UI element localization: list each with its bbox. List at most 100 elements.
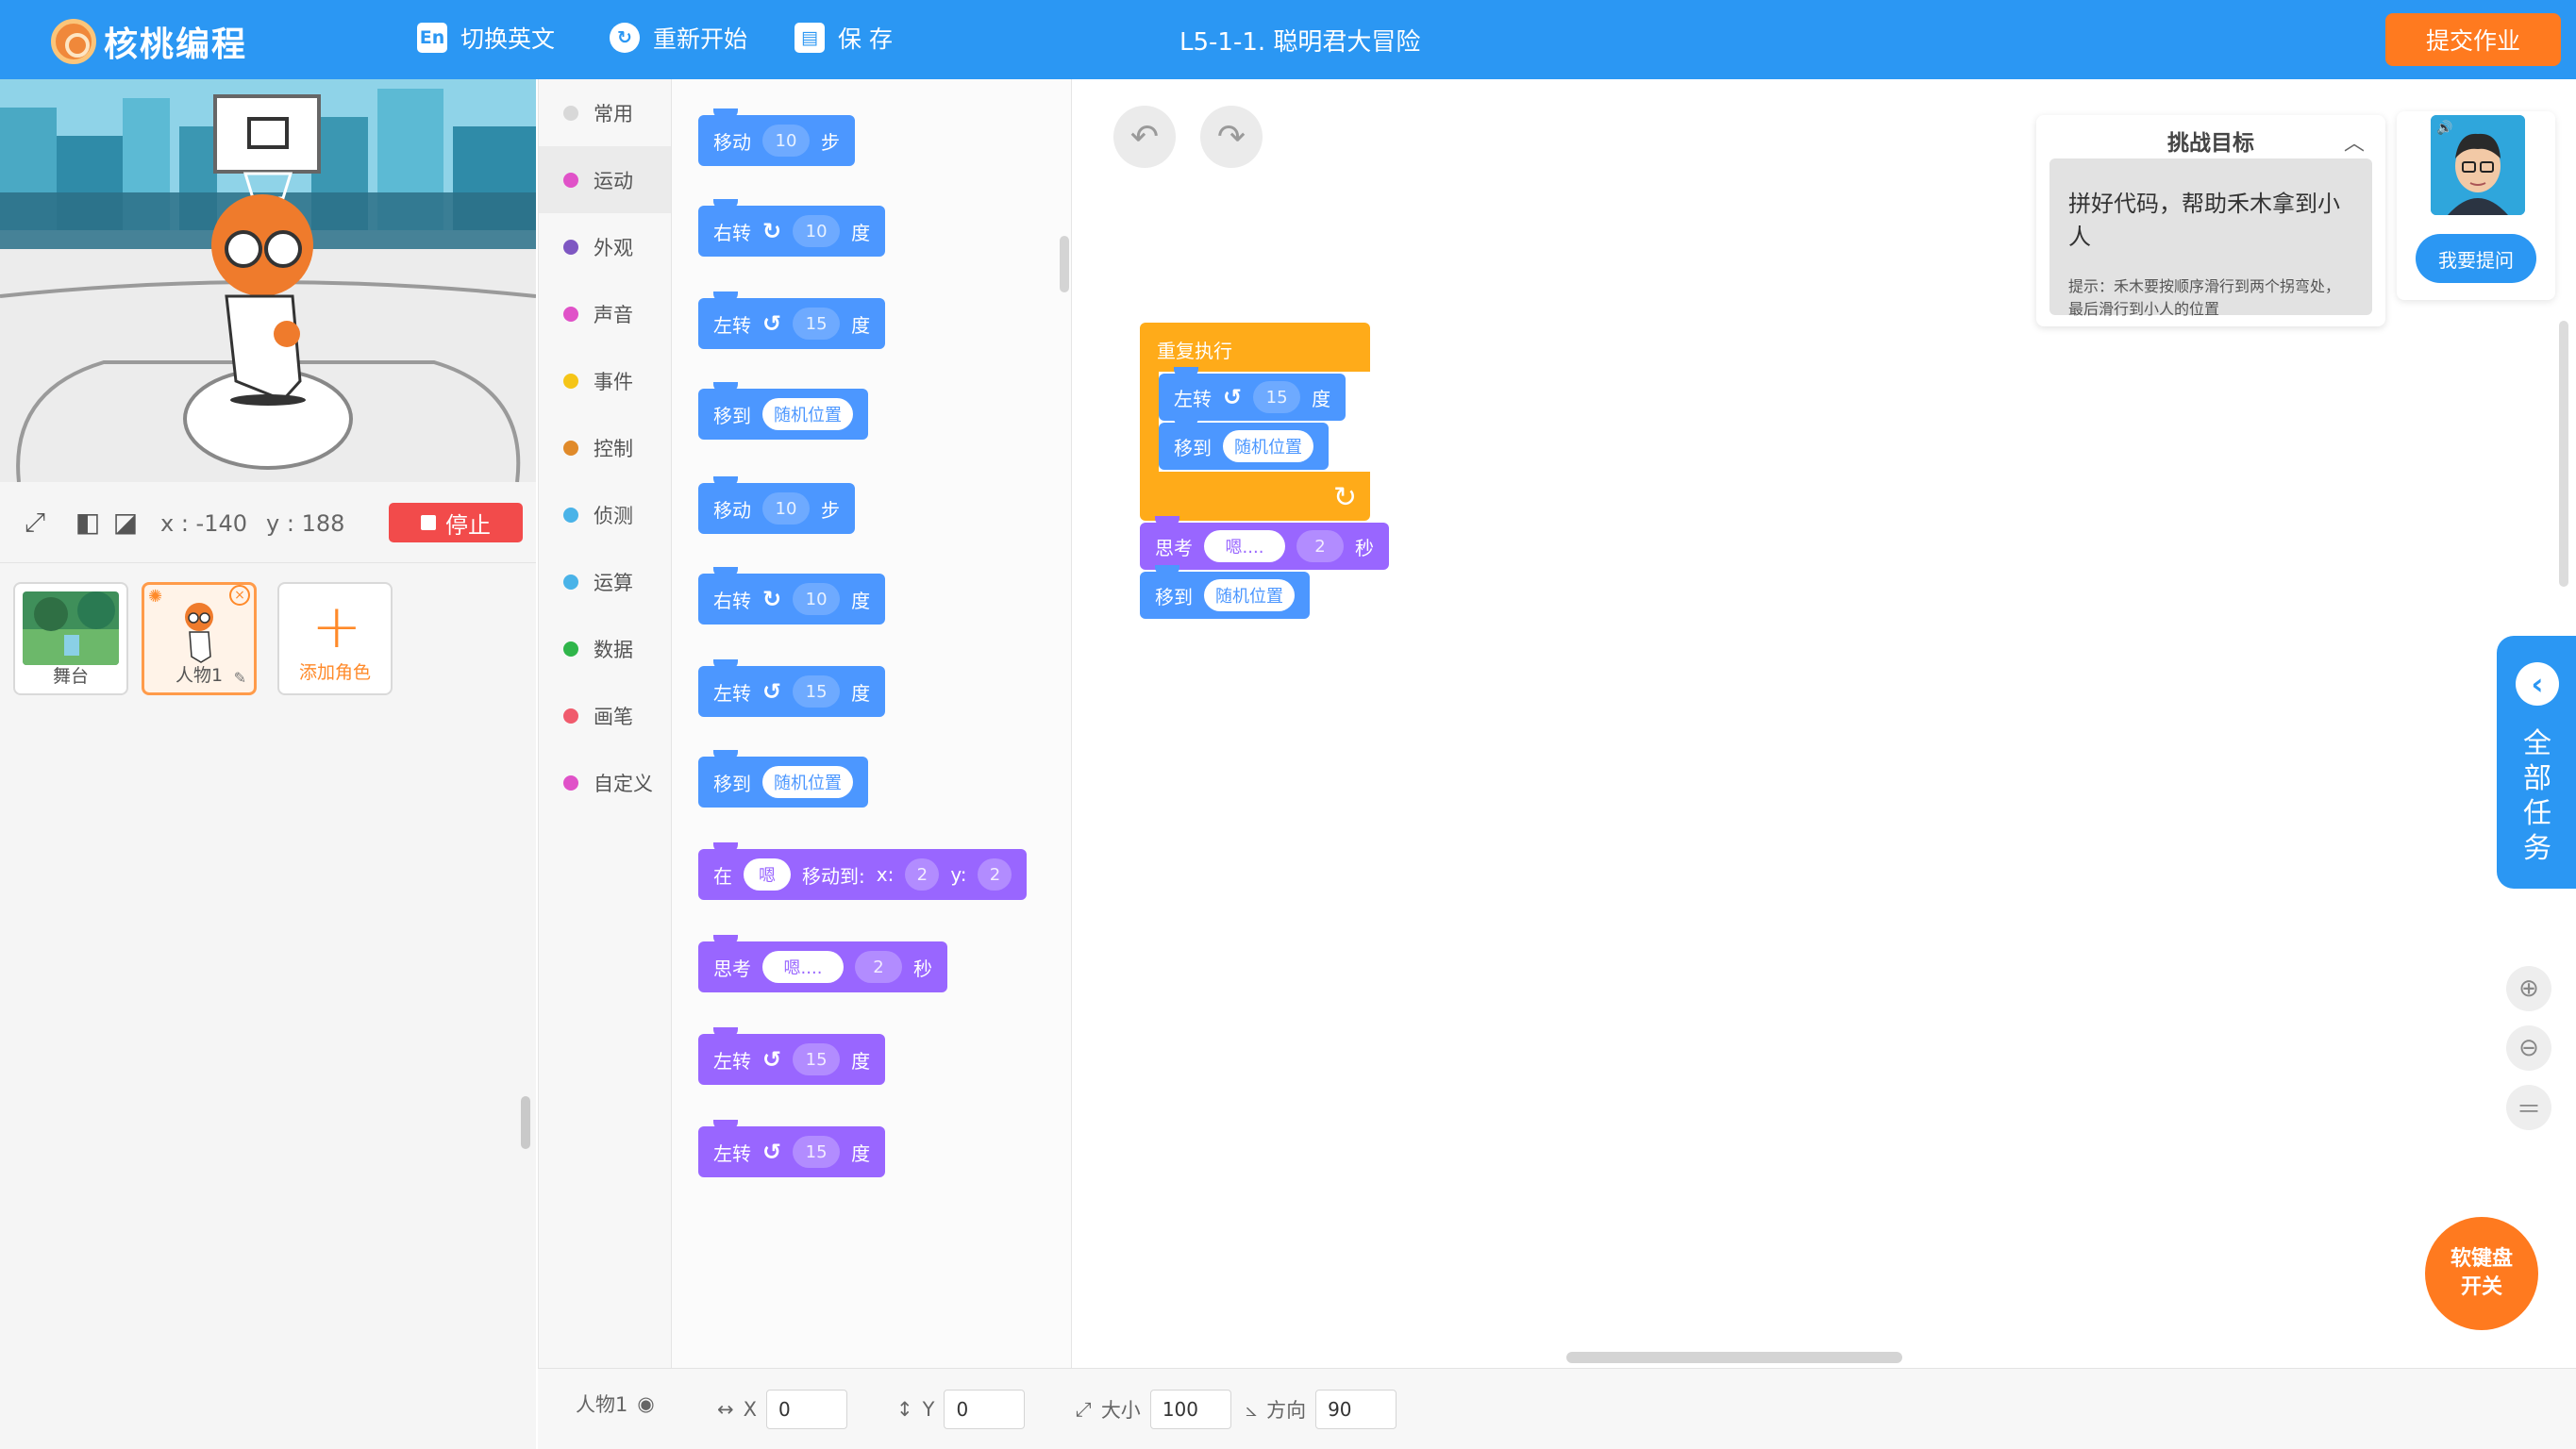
steps-input[interactable]: 10 — [762, 492, 810, 525]
rotate-counterclockwise-icon: ↺ — [762, 1139, 782, 1165]
sprite-card-person1[interactable]: ✺ × 人物1 ✎ — [142, 582, 257, 695]
category-sensing[interactable]: 侦测 — [539, 481, 671, 548]
steps-input[interactable]: 10 — [762, 125, 810, 157]
category-looks[interactable]: 外观 — [539, 213, 671, 280]
category-motion[interactable]: 运动 — [539, 146, 671, 213]
person1-sprite-thumbnail — [185, 603, 213, 663]
block-text: 步 — [821, 130, 840, 154]
seconds-input[interactable]: 2 — [855, 951, 902, 983]
fullscreen-icon[interactable]: ⤢ — [19, 507, 51, 539]
workspace-horizontal-scrollbar[interactable] — [1566, 1352, 1902, 1363]
category-data[interactable]: 数据 — [539, 615, 671, 682]
stage-backdrop-card[interactable]: 舞台 — [13, 582, 128, 695]
switch-language-label: 切换英文 — [460, 25, 556, 53]
submit-homework-button[interactable]: 提交作业 — [2385, 13, 2561, 66]
edit-pencil-icon[interactable]: ✎ — [234, 669, 246, 687]
logo[interactable]: 核桃编程 — [51, 17, 247, 66]
left-panel-scrollbar[interactable] — [521, 1096, 530, 1149]
message-input[interactable]: 嗯.... — [1204, 530, 1285, 562]
degrees-input[interactable]: 15 — [793, 675, 841, 708]
challenge-content: 拼好代码，帮助禾木拿到小人 提示：禾木要按顺序滑行到两个拐弯处，最后滑行到小人的… — [2049, 158, 2372, 318]
degrees-input[interactable]: 10 — [793, 583, 841, 615]
direction-input[interactable]: 90 — [1315, 1390, 1397, 1429]
turn-right-block[interactable]: 右转 ↻ 10 度 — [698, 567, 886, 625]
turn-left-block[interactable]: 左转 ↺ 15 度 — [698, 659, 886, 717]
repeat-block-arm — [1140, 372, 1159, 472]
block-text: 移动 — [713, 498, 751, 522]
degrees-input[interactable]: 15 — [793, 308, 841, 340]
turn-left-block[interactable]: 左转 ↺ 15 度 — [698, 1120, 886, 1177]
all-tasks-tab[interactable]: ‹ 全部任务 — [2497, 636, 2576, 889]
stage-canvas[interactable] — [0, 79, 536, 482]
stop-button[interactable]: 停止 — [389, 503, 523, 542]
collapse-caret-icon[interactable]: ︿ — [2344, 126, 2365, 157]
goto-target-dropdown[interactable]: 随机位置 — [1204, 579, 1295, 611]
y-input[interactable]: 0 — [944, 1390, 1026, 1429]
move-steps-block[interactable]: 移动 10 步 — [698, 108, 855, 166]
zoom-out-icon[interactable]: ⊖ — [2506, 1025, 2551, 1071]
add-sprite-button[interactable]: + 添加角色 — [277, 582, 393, 695]
goto-random-block[interactable]: 移到 随机位置 — [698, 750, 868, 808]
palette-scrollbar[interactable] — [1060, 236, 1069, 292]
x-input[interactable]: 0 — [766, 1390, 847, 1429]
goto-target-dropdown[interactable]: 随机位置 — [762, 766, 853, 798]
visibility-eye-icon[interactable]: ◉ — [637, 1392, 654, 1415]
small-stage-layout-icon[interactable]: ◧ — [72, 507, 104, 539]
save-button[interactable]: ▤ 保 存 — [795, 21, 893, 55]
category-label: 数据 — [594, 638, 633, 661]
seconds-input[interactable]: 2 — [1296, 530, 1344, 562]
soft-keyboard-toggle-button[interactable]: 软键盘 开关 — [2425, 1217, 2538, 1330]
workspace-vertical-scrollbar[interactable] — [2559, 321, 2568, 587]
category-label: 画笔 — [594, 705, 633, 728]
turn-left-block[interactable]: 左转 ↺ 15 度 — [698, 1027, 886, 1085]
turn-right-block[interactable]: 右转 ↻ 10 度 — [698, 199, 886, 257]
repeat-forever-block[interactable]: 重复执行 — [1140, 323, 1370, 372]
script-goto-random-block[interactable]: 移到 随机位置 — [1140, 565, 1310, 619]
goto-target-dropdown[interactable]: 随机位置 — [762, 398, 853, 430]
category-pen[interactable]: 画笔 — [539, 682, 671, 749]
zoom-in-icon[interactable]: ⊕ — [2506, 966, 2551, 1011]
message-input[interactable]: 嗯.... — [762, 951, 844, 983]
think-for-secs-block[interactable]: 思考 嗯.... 2 秒 — [698, 935, 947, 992]
mouse-coordinates: x : -140 y : 188 — [160, 510, 344, 537]
category-label: 事件 — [594, 370, 633, 393]
category-events[interactable]: 事件 — [539, 347, 671, 414]
category-control[interactable]: 控制 — [539, 414, 671, 481]
category-label: 常用 — [594, 102, 633, 125]
challenge-goal-panel: 挑战目标 ︿ 拼好代码，帮助禾木拿到小人 提示：禾木要按顺序滑行到两个拐弯处，最… — [2036, 115, 2385, 326]
loop-arrow-icon: ↻ — [1332, 481, 1357, 514]
settings-gear-icon[interactable]: ✺ — [148, 587, 162, 607]
zoom-reset-icon[interactable]: ＝ — [2506, 1085, 2551, 1130]
y-label: Y — [922, 1398, 935, 1421]
redo-icon[interactable]: ↷ — [1200, 106, 1263, 168]
glide-to-xy-block[interactable]: 在 嗯 移动到: x: 2 y: 2 — [698, 842, 1028, 900]
move-steps-block[interactable]: 移动 10 步 — [698, 476, 855, 534]
goto-target-dropdown[interactable]: 随机位置 — [1223, 430, 1313, 462]
script-goto-random-block[interactable]: 移到 随机位置 — [1159, 416, 1329, 470]
goto-random-block[interactable]: 移到 随机位置 — [698, 382, 868, 440]
turn-left-block[interactable]: 左转 ↺ 15 度 — [698, 291, 886, 349]
block-text: 度 — [851, 1049, 871, 1073]
category-sound[interactable]: 声音 — [539, 280, 671, 347]
message-input[interactable]: 嗯 — [744, 858, 791, 891]
category-custom[interactable]: 自定义 — [539, 749, 671, 816]
size-input[interactable]: 100 — [1149, 1390, 1231, 1429]
restart-button[interactable]: ↻ 重新开始 — [610, 21, 747, 55]
category-color-dot — [563, 172, 578, 188]
degrees-input[interactable]: 15 — [793, 1043, 841, 1075]
walnut-logo-icon — [51, 19, 96, 64]
delete-sprite-icon[interactable]: × — [229, 585, 250, 606]
degrees-input[interactable]: 10 — [793, 215, 841, 247]
degrees-input[interactable]: 15 — [1253, 381, 1301, 413]
script-turn-left-block[interactable]: 左转 ↺ 15 度 — [1159, 367, 1347, 421]
category-common[interactable]: 常用 — [539, 79, 671, 146]
degrees-input[interactable]: 15 — [793, 1136, 841, 1168]
large-stage-layout-icon[interactable]: ◪ — [109, 507, 142, 539]
category-operators[interactable]: 运算 — [539, 548, 671, 615]
y-input[interactable]: 2 — [978, 858, 1012, 891]
undo-icon[interactable]: ↶ — [1113, 106, 1176, 168]
ask-question-button[interactable]: 我要提问 — [2416, 234, 2536, 283]
script-think-block[interactable]: 思考 嗯.... 2 秒 — [1140, 516, 1389, 570]
switch-language-button[interactable]: En 切换英文 — [417, 21, 555, 55]
x-input[interactable]: 2 — [905, 858, 940, 891]
